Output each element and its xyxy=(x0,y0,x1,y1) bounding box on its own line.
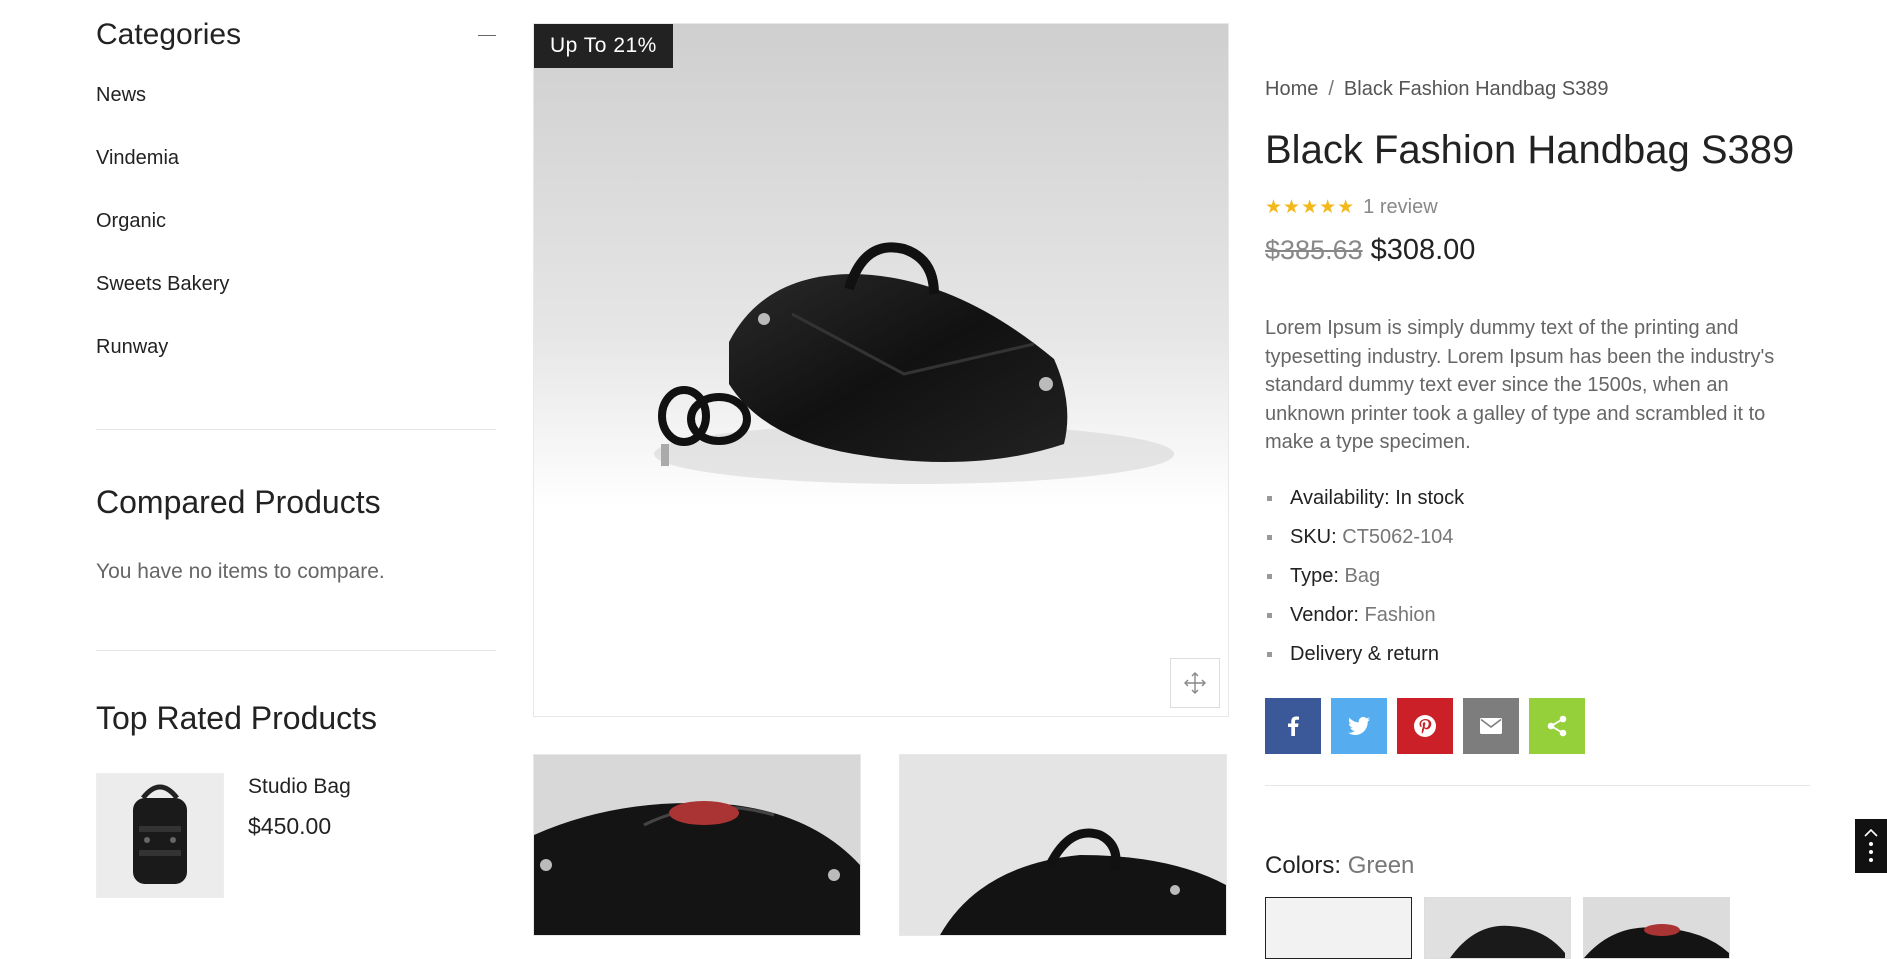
category-item-runway[interactable]: Runway xyxy=(96,326,496,389)
compared-products: Compared Products xyxy=(96,484,381,521)
breadcrumb-separator: / xyxy=(1328,78,1334,100)
share-icon xyxy=(1547,715,1567,737)
color-swatch[interactable] xyxy=(1583,897,1730,959)
vendor: Vendor: Fashion xyxy=(1265,599,1464,638)
share-button[interactable] xyxy=(1529,698,1585,754)
sidebar: Categories News Vindemia Organic Sweets … xyxy=(96,0,496,898)
sku: SKU: CT5062-104 xyxy=(1265,521,1464,560)
category-list: News Vindemia Organic Sweets Bakery Runw… xyxy=(96,74,496,389)
old-price: $385.63 xyxy=(1265,235,1363,265)
discount-badge: Up To 21% xyxy=(534,24,673,68)
type-value[interactable]: Bag xyxy=(1344,565,1380,587)
sku-value: CT5062-104 xyxy=(1342,526,1454,548)
availability: Availability: In stock xyxy=(1265,482,1464,521)
compare-empty-text: You have no items to compare. xyxy=(96,560,385,583)
email-icon xyxy=(1480,718,1502,734)
top-rated-item-price: $450.00 xyxy=(248,813,332,839)
facebook-share-button[interactable] xyxy=(1265,698,1321,754)
colors-label-text: Colors: xyxy=(1265,852,1342,879)
delivery-return-link[interactable]: Delivery & return xyxy=(1265,638,1464,677)
vendor-value[interactable]: Fashion xyxy=(1365,604,1436,626)
scroll-to-top-button[interactable] xyxy=(1855,819,1887,873)
breadcrumb: Home / Black Fashion Handbag S389 xyxy=(1265,78,1609,101)
price-block: $385.63 $308.00 xyxy=(1265,234,1475,267)
color-swatch[interactable] xyxy=(1424,897,1571,959)
vendor-label: Vendor: xyxy=(1290,604,1359,626)
product-rating[interactable]: ★★★★★ 1 review xyxy=(1265,196,1438,219)
gallery-thumbnail[interactable] xyxy=(899,754,1227,936)
colors-label: Colors: Green xyxy=(1265,852,1414,880)
sku-label: SKU: xyxy=(1290,526,1337,548)
email-share-button[interactable] xyxy=(1463,698,1519,754)
category-item-vindemia[interactable]: Vindemia xyxy=(96,137,496,200)
selected-color: Green xyxy=(1347,852,1415,879)
top-rated-products: Top Rated Products Studio Bag $450.00 xyxy=(96,700,496,898)
main-product-image[interactable]: Up To 21% xyxy=(533,23,1229,717)
color-swatch[interactable] xyxy=(1265,897,1412,959)
star-rating-icon: ★★★★★ xyxy=(1265,197,1356,218)
twitter-icon xyxy=(1348,717,1370,735)
pinterest-icon xyxy=(1414,715,1436,737)
category-item-organic[interactable]: Organic xyxy=(96,200,496,263)
availability-value: In stock xyxy=(1395,487,1465,509)
gallery-thumbnail[interactable] xyxy=(533,754,861,936)
compared-products-title: Compared Products xyxy=(96,484,381,520)
top-rated-title: Top Rated Products xyxy=(96,700,378,736)
top-rated-item[interactable]: Studio Bag $450.00 xyxy=(96,773,351,898)
facebook-icon xyxy=(1288,716,1299,736)
category-item-sweets-bakery[interactable]: Sweets Bakery xyxy=(96,263,496,326)
pinterest-share-button[interactable] xyxy=(1397,698,1453,754)
divider xyxy=(96,650,496,651)
zoom-button[interactable] xyxy=(1170,658,1220,708)
type: Type: Bag xyxy=(1265,560,1464,599)
move-icon xyxy=(1184,672,1206,694)
category-item-news[interactable]: News xyxy=(96,74,496,137)
product-thumbnail[interactable] xyxy=(96,773,224,898)
collapse-icon[interactable] xyxy=(478,34,496,36)
review-count[interactable]: 1 review xyxy=(1363,196,1437,219)
twitter-share-button[interactable] xyxy=(1331,698,1387,754)
breadcrumb-current: Black Fashion Handbag S389 xyxy=(1343,78,1609,100)
product-title: Black Fashion Handbag S389 xyxy=(1265,128,1795,172)
availability-label: Availability: xyxy=(1290,487,1390,509)
current-price: $308.00 xyxy=(1370,234,1476,266)
chevron-up-icon xyxy=(1864,828,1878,837)
color-swatches xyxy=(1265,897,1730,959)
categories-title: Categories xyxy=(96,18,242,51)
divider xyxy=(1265,785,1810,786)
type-label: Type: xyxy=(1290,565,1339,587)
top-rated-item-name[interactable]: Studio Bag xyxy=(248,775,351,799)
categories-header[interactable]: Categories xyxy=(96,0,496,70)
product-description: Lorem Ipsum is simply dummy text of the … xyxy=(1265,317,1775,453)
social-share xyxy=(1265,698,1585,754)
product-meta-list: Availability: In stock SKU: CT5062-104 T… xyxy=(1265,482,1464,677)
divider xyxy=(96,429,496,430)
breadcrumb-home[interactable]: Home xyxy=(1265,78,1318,100)
dots-icon xyxy=(1869,841,1873,862)
